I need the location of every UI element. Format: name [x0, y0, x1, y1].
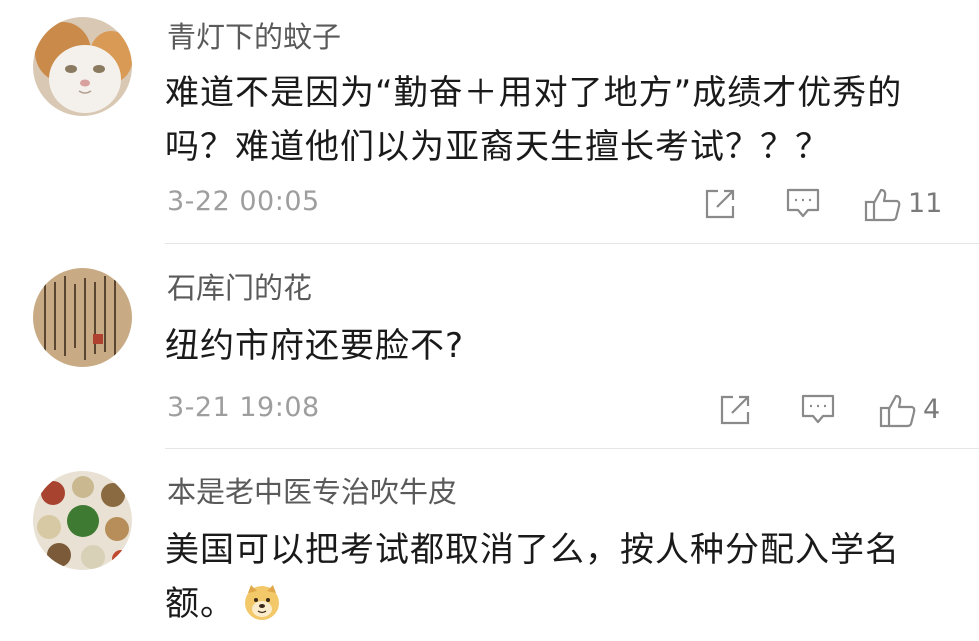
- doge-emoji-icon: [243, 583, 281, 637]
- share-button[interactable]: [719, 390, 759, 430]
- comment-line: 纽约市府还要脸不?: [165, 326, 465, 366]
- comment-username[interactable]: 本是老中医专治吹牛皮: [167, 475, 457, 510]
- comment-body: 美国可以把考试都取消了么，按人种分配入学名 额。: [165, 523, 939, 637]
- comment-actions: 11: [704, 184, 949, 224]
- cat-avatar-icon[interactable]: [33, 17, 132, 116]
- comment-timestamp: 3-22 00:05: [167, 186, 320, 217]
- comment-line: 美国可以把考试都取消了么，按人种分配入学名: [165, 530, 900, 570]
- comment-item: 青灯下的蚊子 难道不是因为“勤奋＋用对了地方”成绩才优秀的 吗？难道他们以为亚裔…: [0, 0, 979, 244]
- comment-line: 难道不是因为“勤奋＋用对了地方”成绩才优秀的: [165, 73, 903, 113]
- like-button[interactable]: 11: [864, 184, 954, 224]
- comment-icon: [801, 394, 835, 424]
- comment-timestamp: 3-21 19:08: [167, 392, 320, 423]
- thumbs-up-icon: [864, 188, 901, 222]
- share-icon: [720, 395, 750, 425]
- comment-line-wrap: 额。: [165, 577, 939, 637]
- thumbs-up-icon: [879, 394, 916, 428]
- comment-username[interactable]: 青灯下的蚊子: [167, 20, 341, 55]
- like-count: 11: [908, 188, 943, 219]
- share-icon: [705, 189, 735, 219]
- reply-button[interactable]: [786, 184, 826, 224]
- comment-icon: [786, 188, 820, 218]
- comment-body: 纽约市府还要脸不?: [165, 319, 939, 373]
- like-count: 4: [923, 394, 941, 425]
- like-button[interactable]: 4: [879, 390, 969, 430]
- calligraphy-avatar-icon[interactable]: [33, 268, 132, 367]
- herbs-avatar-icon[interactable]: [33, 471, 132, 570]
- comment-line: 额。: [165, 584, 235, 624]
- comment-item: 本是老中医专治吹牛皮 美国可以把考试都取消了么，按人种分配入学名 额。: [0, 449, 979, 641]
- comment-actions: 4: [719, 390, 949, 430]
- comment-username[interactable]: 石库门的花: [167, 271, 312, 306]
- reply-button[interactable]: [801, 390, 841, 430]
- comment-body: 难道不是因为“勤奋＋用对了地方”成绩才优秀的 吗？难道他们以为亚裔天生擅长考试？…: [165, 66, 939, 174]
- share-button[interactable]: [704, 184, 744, 224]
- comment-line: 吗？难道他们以为亚裔天生擅长考试？？？: [165, 127, 830, 167]
- comment-item: 石库门的花 纽约市府还要脸不? 3-21 19:08 4: [0, 244, 979, 449]
